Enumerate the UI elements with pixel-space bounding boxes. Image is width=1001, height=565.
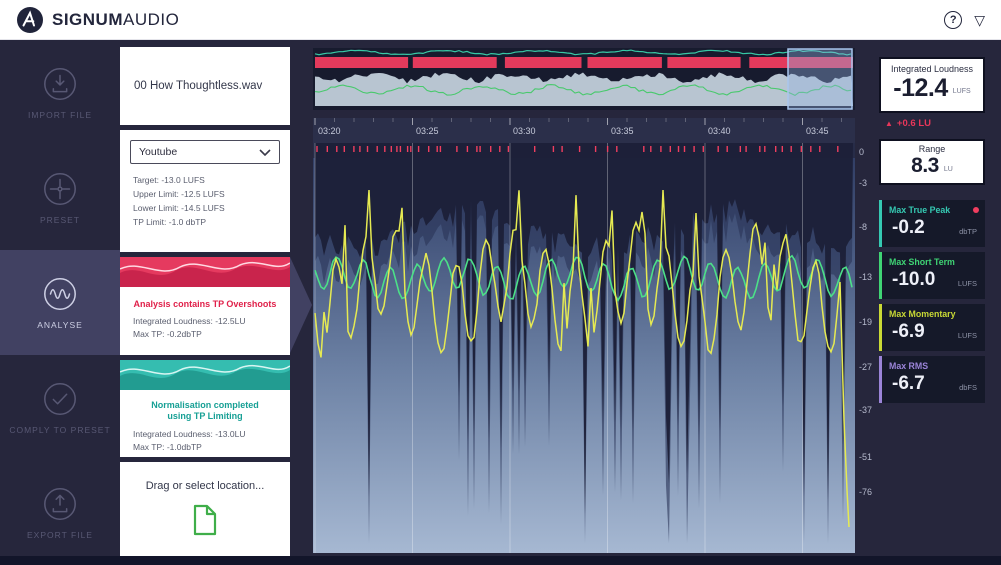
analysis-details: Integrated Loudness: -12.5LU Max TP: -0.… <box>133 315 290 340</box>
analysis-status-text: Analysis contains TP Overshoots <box>120 299 290 309</box>
metric-title: Max Short Term <box>889 257 955 267</box>
chevron-down-icon <box>259 149 271 156</box>
comply-details: Integrated Loudness: -13.0LU Max TP: -1.… <box>133 428 290 453</box>
sidebar-item-label: ANALYSE <box>37 320 83 330</box>
comply-max-tp: Max TP: -1.0dbTP <box>133 441 290 454</box>
sidebar-item-import-file[interactable]: IMPORT FILE <box>0 40 120 145</box>
analysis-result-card: Analysis contains TP Overshoots Integrat… <box>120 257 290 355</box>
metric-unit: dbTP <box>959 227 977 236</box>
metric-value: -10.0 <box>892 270 935 289</box>
metric-title: Range <box>881 144 983 154</box>
overview-selection-box[interactable] <box>788 49 852 109</box>
export-file-icon <box>41 485 79 523</box>
metric-value: -0.2 <box>892 218 925 237</box>
workflow-cards-column: 00 How Thoughtless.wav Youtube Target: -… <box>120 40 290 565</box>
sidebar-item-label: EXPORT FILE <box>27 530 93 540</box>
sidebar-item-label: COMPLY TO PRESET <box>9 425 110 435</box>
analysis-integrated-loudness: Integrated Loudness: -12.5LU <box>133 315 290 328</box>
time-label: 03:20 <box>318 126 341 136</box>
brand-light: AUDIO <box>123 10 179 29</box>
sidebar-item-preset[interactable]: PRESET <box>0 145 120 250</box>
metric-unit: LUFS <box>958 331 977 340</box>
preset-selected-value: Youtube <box>139 146 177 158</box>
preset-tp-limit: TP Limit: -1.0 dbTP <box>133 215 280 229</box>
metric-value: 8.3 <box>911 154 939 178</box>
integrated-loudness-card: Integrated Loudness -12.4 LUFS <box>879 57 985 113</box>
max-short-term-card: Max Short Term -10.0 LUFS <box>879 252 985 299</box>
preset-card: Youtube Target: -13.0 LUFS Upper Limit: … <box>120 130 290 252</box>
analysis-wave-banner <box>120 257 290 287</box>
preset-upper-limit: Upper Limit: -12.5 LUFS <box>133 187 280 201</box>
delta-up-icon: ▲ <box>885 119 893 128</box>
sidebar: IMPORT FILE PRESET ANALYSE COMPLY TO PRE… <box>0 40 120 565</box>
range-card: Range 8.3 LU <box>879 139 985 185</box>
loudness-chart-canvas[interactable] <box>290 40 875 565</box>
comply-icon <box>41 380 79 418</box>
metrics-panel: Integrated Loudness -12.4 LUFS ▲ +0.6 LU… <box>875 40 1001 565</box>
active-step-arrow <box>290 257 312 353</box>
preset-details: Target: -13.0 LUFS Upper Limit: -12.5 LU… <box>133 173 280 229</box>
metric-value: -6.7 <box>892 374 925 393</box>
sidebar-item-label: PRESET <box>40 215 80 225</box>
export-dropzone-card[interactable]: Drag or select location... <box>120 462 290 556</box>
loaded-filename: 00 How Thoughtless.wav <box>134 80 262 92</box>
sidebar-item-comply-to-preset[interactable]: COMPLY TO PRESET <box>0 355 120 460</box>
help-icon[interactable]: ? <box>944 11 962 29</box>
export-dropzone-label: Drag or select location... <box>120 480 290 492</box>
sidebar-item-export-file[interactable]: EXPORT FILE <box>0 460 120 565</box>
metric-unit: dbFS <box>959 383 977 392</box>
metric-title: Max True Peak <box>889 205 950 215</box>
loudness-graph-area: 03:20 03:25 03:30 03:35 03:40 03:45 0 -3… <box>290 40 875 565</box>
metric-title: Max RMS <box>889 361 928 371</box>
app-window: SIGNUMAUDIO ? ▽ IMPORT FILE PRESET <box>0 0 1001 565</box>
metric-unit: LUFS <box>958 279 977 288</box>
max-true-peak-card: Max True Peak -0.2 dbTP <box>879 200 985 247</box>
analysis-max-tp: Max TP: -0.2dbTP <box>133 328 290 341</box>
max-momentary-card: Max Momentary -6.9 LUFS <box>879 304 985 351</box>
signum-audio-logo-icon <box>16 6 44 34</box>
metric-value: -12.4 <box>893 74 947 103</box>
file-icon <box>120 504 290 541</box>
preset-icon <box>41 170 79 208</box>
comply-result-card: Normalisation completed using TP Limitin… <box>120 360 290 457</box>
max-rms-card: Max RMS -6.7 dbFS <box>879 356 985 403</box>
metric-unit: LUFS <box>953 88 971 95</box>
brand-bold: SIGNUM <box>52 10 123 29</box>
preset-target: Target: -13.0 LUFS <box>133 173 280 187</box>
topbar: SIGNUMAUDIO ? ▽ <box>0 0 1001 40</box>
loaded-file-card: 00 How Thoughtless.wav <box>120 47 290 125</box>
delta-value: +0.6 LU <box>897 118 931 129</box>
bottom-strip <box>0 556 1001 565</box>
sidebar-item-label: IMPORT FILE <box>28 110 92 120</box>
time-label: 03:40 <box>708 126 731 136</box>
metric-value: -6.9 <box>892 322 925 341</box>
comply-wave-banner <box>120 360 290 390</box>
comply-status-text: Normalisation completed using TP Limitin… <box>120 400 290 422</box>
integrated-delta: ▲ +0.6 LU <box>885 118 931 129</box>
analyse-icon <box>41 275 79 313</box>
comply-integrated-loudness: Integrated Loudness: -13.0LU <box>133 428 290 441</box>
dropdown-triangle-icon[interactable]: ▽ <box>974 13 985 27</box>
overshoot-indicator-dot <box>973 207 979 213</box>
brand: SIGNUMAUDIO <box>16 6 179 34</box>
metric-title: Integrated Loudness <box>881 64 983 74</box>
metric-title: Max Momentary <box>889 309 955 319</box>
topbar-actions: ? ▽ <box>944 11 985 29</box>
time-label: 03:35 <box>611 126 634 136</box>
brand-name: SIGNUMAUDIO <box>52 10 179 30</box>
time-label: 03:30 <box>513 126 536 136</box>
sidebar-item-analyse[interactable]: ANALYSE <box>0 250 120 355</box>
time-label: 03:45 <box>806 126 829 136</box>
import-file-icon <box>41 65 79 103</box>
preset-select[interactable]: Youtube <box>130 140 280 164</box>
time-label: 03:25 <box>416 126 439 136</box>
metric-unit: LU <box>944 166 953 173</box>
preset-lower-limit: Lower Limit: -14.5 LUFS <box>133 201 280 215</box>
